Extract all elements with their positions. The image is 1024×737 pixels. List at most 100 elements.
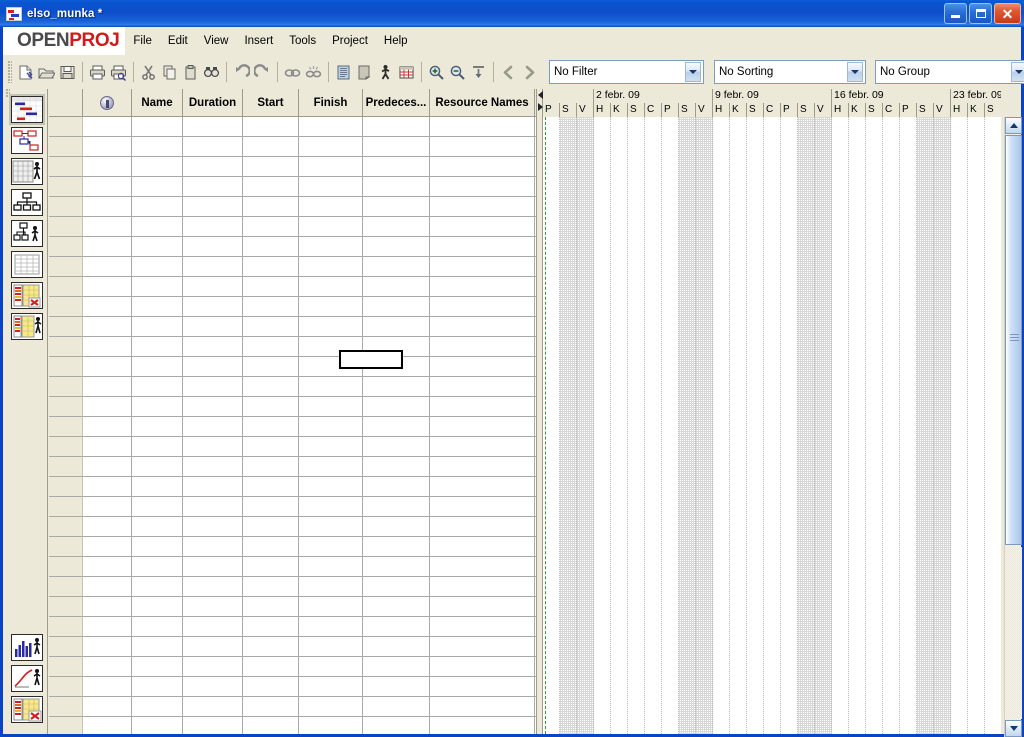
cell-rownum[interactable] <box>49 717 83 734</box>
cell-rownum[interactable] <box>49 497 83 516</box>
cell-start[interactable] <box>243 197 299 216</box>
column-header-predecessors[interactable]: Predeces... <box>363 89 430 116</box>
cell-finish[interactable] <box>299 717 363 734</box>
cell-finish[interactable] <box>299 317 363 336</box>
column-header-start[interactable]: Start <box>243 89 299 116</box>
cell-indicator[interactable] <box>83 177 132 196</box>
cell-start[interactable] <box>243 517 299 536</box>
cell-indicator[interactable] <box>83 377 132 396</box>
cell-name[interactable] <box>132 397 183 416</box>
cell-duration[interactable] <box>183 137 243 156</box>
cell-resource_names[interactable] <box>430 317 535 336</box>
cell-indicator[interactable] <box>83 137 132 156</box>
cell-name[interactable] <box>132 357 183 376</box>
cell-finish[interactable] <box>299 257 363 276</box>
cell-indicator[interactable] <box>83 197 132 216</box>
open-project-icon[interactable] <box>36 61 57 83</box>
table-row[interactable] <box>49 377 536 397</box>
unlink-tasks-icon[interactable] <box>303 61 324 83</box>
cell-duration[interactable] <box>183 357 243 376</box>
table-row[interactable] <box>49 177 536 197</box>
table-row[interactable] <box>49 457 536 477</box>
copy-icon[interactable] <box>159 61 180 83</box>
cell-start[interactable] <box>243 217 299 236</box>
table-row[interactable] <box>49 677 536 697</box>
cell-duration[interactable] <box>183 277 243 296</box>
cell-start[interactable] <box>243 397 299 416</box>
cell-duration[interactable] <box>183 437 243 456</box>
view-wbs[interactable] <box>11 189 43 216</box>
column-header-duration[interactable]: Duration <box>183 89 243 116</box>
zoom-out-icon[interactable] <box>447 61 468 83</box>
cell-rownum[interactable] <box>49 537 83 556</box>
cell-name[interactable] <box>132 257 183 276</box>
scrollbar-track[interactable] <box>1005 547 1022 719</box>
cell-predecessors[interactable] <box>363 557 430 576</box>
task-table-body[interactable] <box>49 117 536 734</box>
cell-predecessors[interactable] <box>363 517 430 536</box>
cell-start[interactable] <box>243 337 299 356</box>
forward-icon[interactable] <box>519 61 540 83</box>
cell-name[interactable] <box>132 197 183 216</box>
cell-start[interactable] <box>243 357 299 376</box>
cell-rownum[interactable] <box>49 417 83 436</box>
view-network[interactable] <box>11 127 43 154</box>
cell-resource_names[interactable] <box>430 617 535 636</box>
cell-resource_names[interactable] <box>430 437 535 456</box>
sorting-dropdown[interactable]: No Sorting <box>714 60 866 84</box>
cell-indicator[interactable] <box>83 237 132 256</box>
cell-predecessors[interactable] <box>363 457 430 476</box>
table-row[interactable] <box>49 277 536 297</box>
redo-icon[interactable] <box>252 61 273 83</box>
gantt-chart[interactable]: 2 febr. 09 9 febr. 09 16 febr. 09 23 febr. … <box>543 89 1001 734</box>
cell-predecessors[interactable] <box>363 577 430 596</box>
cell-start[interactable] <box>243 237 299 256</box>
cell-resource_names[interactable] <box>430 557 535 576</box>
cell-finish[interactable] <box>299 397 363 416</box>
chevron-down-icon[interactable] <box>685 62 701 82</box>
view-gantt[interactable] <box>11 96 43 123</box>
cell-duration[interactable] <box>183 297 243 316</box>
cell-name[interactable] <box>132 657 183 676</box>
cell-predecessors[interactable] <box>363 537 430 556</box>
cell-name[interactable] <box>132 537 183 556</box>
cell-indicator[interactable] <box>83 217 132 236</box>
cell-finish[interactable] <box>299 277 363 296</box>
cell-resource_names[interactable] <box>430 357 535 376</box>
cell-predecessors[interactable] <box>363 177 430 196</box>
cell-start[interactable] <box>243 477 299 496</box>
cell-start[interactable] <box>243 537 299 556</box>
menu-edit[interactable]: Edit <box>160 32 196 51</box>
cell-finish[interactable] <box>299 457 363 476</box>
task-table[interactable]: Name Duration Start Finish Predeces... R… <box>49 89 536 734</box>
undo-icon[interactable] <box>231 61 252 83</box>
cell-start[interactable] <box>243 277 299 296</box>
cell-name[interactable] <box>132 677 183 696</box>
cell-finish[interactable] <box>299 657 363 676</box>
cell-duration[interactable] <box>183 337 243 356</box>
cell-finish[interactable] <box>299 637 363 656</box>
cell-rownum[interactable] <box>49 157 83 176</box>
cell-start[interactable] <box>243 497 299 516</box>
cell-finish[interactable] <box>299 197 363 216</box>
cell-name[interactable] <box>132 297 183 316</box>
cell-start[interactable] <box>243 697 299 716</box>
cell-name[interactable] <box>132 637 183 656</box>
split-divider[interactable] <box>536 89 543 734</box>
table-row[interactable] <box>49 397 536 417</box>
cell-predecessors[interactable] <box>363 317 430 336</box>
cell-rownum[interactable] <box>49 217 83 236</box>
toolbar-grip[interactable] <box>8 61 12 83</box>
cell-resource_names[interactable] <box>430 477 535 496</box>
cell-predecessors[interactable] <box>363 197 430 216</box>
cell-rownum[interactable] <box>49 237 83 256</box>
cell-name[interactable] <box>132 157 183 176</box>
table-row[interactable] <box>49 697 536 717</box>
cell-resource_names[interactable] <box>430 337 535 356</box>
cell-indicator[interactable] <box>83 677 132 696</box>
table-row[interactable] <box>49 617 536 637</box>
cell-finish[interactable] <box>299 517 363 536</box>
cell-rownum[interactable] <box>49 457 83 476</box>
cell-finish[interactable] <box>299 297 363 316</box>
cell-resource_names[interactable] <box>430 177 535 196</box>
